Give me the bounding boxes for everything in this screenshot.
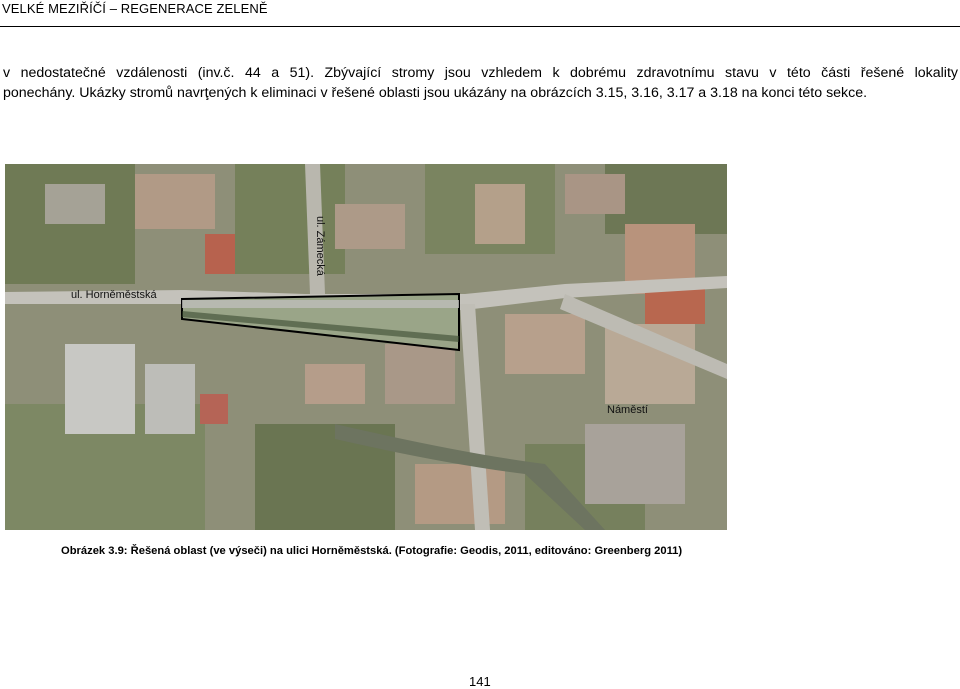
figure-caption: Obrázek 3.9: Řešená oblast (ve výseči) n…	[61, 545, 683, 557]
paragraph-line-1: v nedostatečné vzdálenosti (inv.č. 44 a …	[3, 65, 958, 81]
paragraph-line-2: ponechány. Ukázky stromů navrţených k el…	[3, 85, 868, 101]
label-ul-hornomestska: ul. Horněměstská	[71, 289, 157, 301]
aerial-photo-figure: ul. Zámecká ul. Horněměstská Náměstí	[5, 164, 727, 530]
label-namesti: Náměstí	[607, 404, 648, 416]
label-ul-zamecka: ul. Zámecká	[314, 216, 326, 277]
header-divider	[0, 26, 960, 27]
running-header: VELKÉ MEZIŘÍČÍ – REGENERACE ZELENĚ	[2, 1, 268, 16]
body-paragraph: v nedostatečné vzdálenosti (inv.č. 44 a …	[3, 63, 958, 103]
aerial-map: ul. Zámecká ul. Horněměstská Náměstí	[5, 164, 727, 530]
